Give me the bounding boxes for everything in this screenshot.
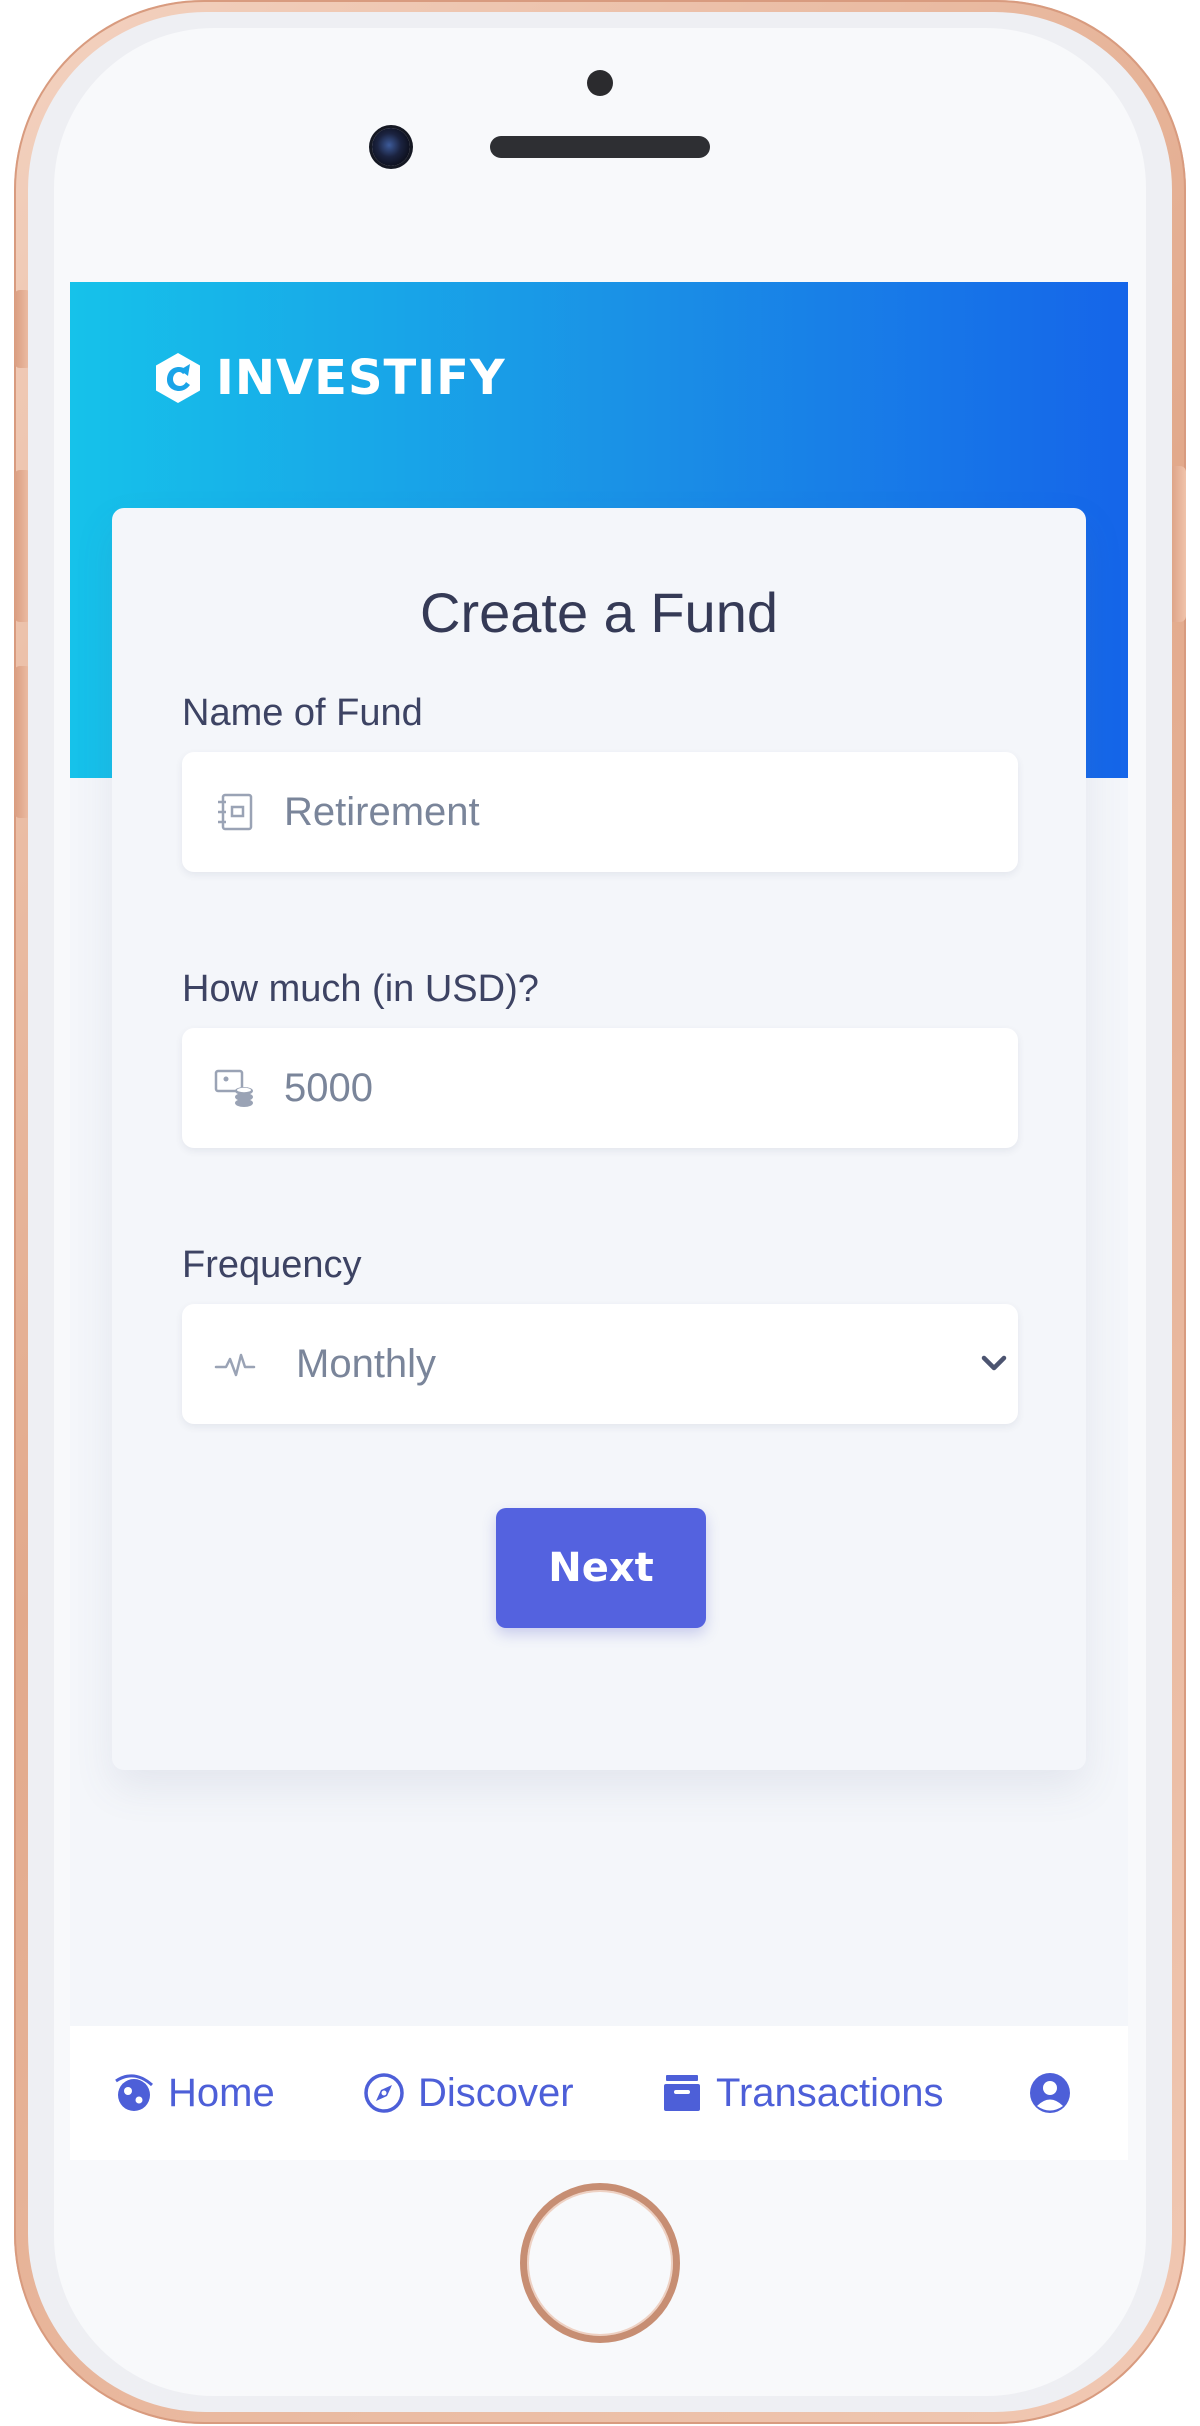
amount-input[interactable]: 5000 <box>182 1028 1018 1148</box>
home-button[interactable] <box>520 2183 680 2343</box>
notebook-icon <box>214 791 256 833</box>
amount-label: How much (in USD)? <box>182 968 539 1010</box>
tab-discover-label: Discover <box>418 2070 574 2115</box>
bottom-tab-bar: Home Discover Transactions <box>70 2026 1128 2160</box>
user-circle-icon <box>1028 2071 1072 2115</box>
compass-icon <box>362 2071 406 2115</box>
tab-transactions[interactable]: Transactions <box>660 2026 944 2160</box>
tab-home[interactable]: Home <box>112 2026 275 2160</box>
fund-name-value: Retirement <box>284 789 480 834</box>
app-screen: INVESTIFY Create a Fund Name of Fund Ret… <box>70 282 1128 2160</box>
pulse-icon <box>214 1343 256 1385</box>
create-fund-card: Create a Fund Name of Fund Retirement Ho… <box>112 508 1086 1770</box>
next-button[interactable]: Next <box>496 1508 706 1628</box>
tab-profile[interactable] <box>1028 2026 1084 2160</box>
proximity-sensor <box>587 70 613 96</box>
frequency-select[interactable]: Monthly <box>182 1304 1018 1424</box>
amount-value: 5000 <box>284 1065 373 1110</box>
fund-name-label: Name of Fund <box>182 692 423 734</box>
frequency-value: Monthly <box>296 1341 437 1386</box>
brand-logo[interactable]: INVESTIFY <box>150 346 506 410</box>
front-camera <box>372 128 410 166</box>
brand-name: INVESTIFY <box>216 350 506 406</box>
earpiece-speaker <box>490 136 710 158</box>
logo-hexagon-icon <box>156 353 200 403</box>
card-title: Create a Fund <box>420 581 778 644</box>
tab-discover[interactable]: Discover <box>362 2026 574 2160</box>
archive-icon <box>660 2071 704 2115</box>
tab-home-label: Home <box>168 2070 275 2115</box>
tab-transactions-label: Transactions <box>716 2070 944 2115</box>
chevron-down-icon <box>981 1355 1007 1371</box>
globe-icon <box>112 2071 156 2115</box>
frequency-label: Frequency <box>182 1244 362 1286</box>
coins-icon <box>214 1067 256 1109</box>
fund-name-input[interactable]: Retirement <box>182 752 1018 872</box>
